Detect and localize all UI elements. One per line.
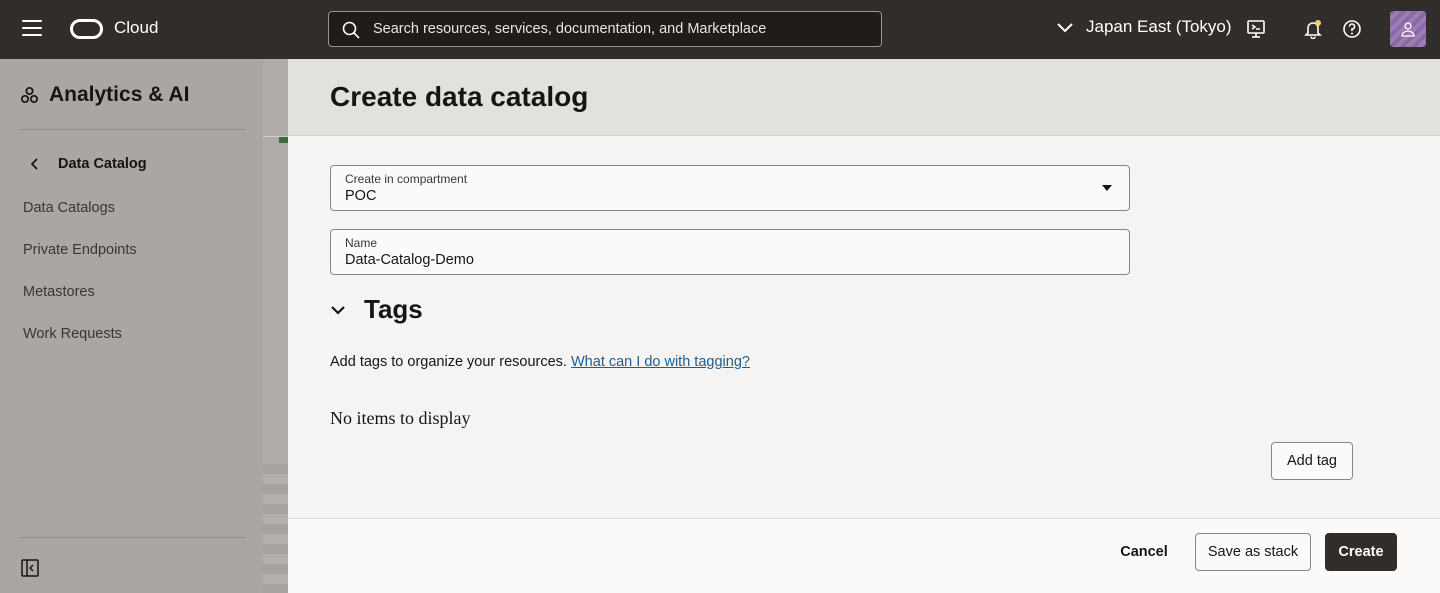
sidebar-item-metastores[interactable]: Metastores — [23, 284, 95, 300]
name-input[interactable] — [345, 252, 1105, 268]
create-button[interactable]: Create — [1325, 533, 1397, 571]
help-icon[interactable] — [1342, 19, 1362, 39]
save-as-stack-button[interactable]: Save as stack — [1195, 533, 1311, 571]
sidebar-item-work-requests[interactable]: Work Requests — [23, 326, 122, 342]
add-tag-button[interactable]: Add tag — [1271, 442, 1353, 480]
menu-icon[interactable] — [22, 20, 42, 38]
cancel-button[interactable]: Cancel — [1110, 533, 1178, 571]
notifications-bell-icon[interactable] — [1303, 19, 1323, 39]
analytics-ai-icon — [20, 86, 39, 103]
back-to-data-catalog[interactable]: Data Catalog — [30, 156, 147, 172]
tags-description-text: Add tags to organize your resources. — [330, 354, 567, 370]
sidebar-item-data-catalogs[interactable]: Data Catalogs — [23, 200, 115, 216]
compartment-label: Create in compartment — [345, 172, 468, 186]
chevron-left-icon — [30, 158, 38, 170]
cloud-shell-icon[interactable] — [1246, 19, 1266, 39]
caret-down-icon — [1102, 185, 1112, 191]
sidebar-title: Analytics & AI — [20, 83, 189, 107]
compartment-select[interactable]: Create in compartment POC — [330, 165, 1130, 211]
brand-label[interactable]: Cloud — [114, 18, 158, 38]
region-selector[interactable]: Japan East (Tokyo) — [1056, 17, 1232, 37]
back-label: Data Catalog — [58, 156, 147, 172]
background-page — [263, 59, 288, 593]
sidebar-divider-bottom — [20, 537, 245, 538]
chevron-down-icon — [331, 305, 345, 315]
panel-footer: Cancel Save as stack Create — [288, 518, 1440, 593]
user-avatar[interactable] — [1390, 11, 1426, 47]
collapse-sidebar-icon[interactable] — [21, 559, 39, 577]
sidebar-item-private-endpoints[interactable]: Private Endpoints — [23, 242, 137, 258]
compartment-value: POC — [345, 188, 377, 204]
tags-heading: Tags — [364, 294, 423, 324]
create-panel: Create data catalog Create in compartmen… — [288, 59, 1440, 593]
search-box[interactable] — [328, 11, 882, 47]
name-field[interactable]: Name — [330, 229, 1130, 275]
sidebar-divider — [20, 129, 245, 130]
oracle-logo-icon[interactable] — [70, 19, 103, 39]
tags-description: Add tags to organize your resources. Wha… — [330, 354, 750, 370]
search-icon — [342, 21, 360, 39]
top-bar: Cloud Japan East (Tokyo) — [0, 0, 1440, 59]
name-label: Name — [345, 236, 378, 250]
user-icon — [1401, 22, 1415, 37]
tagging-help-link[interactable]: What can I do with tagging? — [571, 354, 750, 370]
empty-state: No items to display — [330, 408, 471, 428]
chevron-down-icon — [1057, 23, 1073, 33]
region-label: Japan East (Tokyo) — [1086, 17, 1232, 36]
panel-header: Create data catalog — [288, 59, 1440, 136]
sidebar: Analytics & AI Data Catalog Data Catalog… — [0, 59, 263, 593]
sidebar-title-label: Analytics & AI — [49, 83, 190, 106]
search-input[interactable] — [373, 12, 873, 46]
tags-section-toggle[interactable]: Tags — [330, 294, 423, 325]
page-title: Create data catalog — [330, 81, 589, 112]
